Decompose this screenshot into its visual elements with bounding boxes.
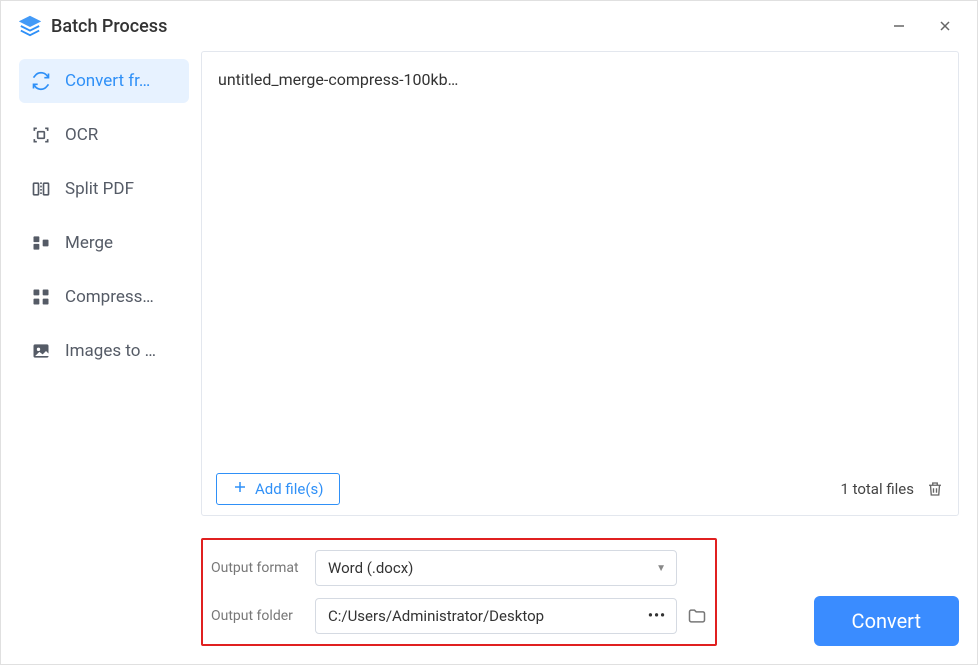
output-format-select[interactable]: Word (.docx) ▼ [315,550,677,586]
merge-icon [31,233,51,253]
sidebar-item-merge[interactable]: Merge [19,221,189,265]
add-files-button[interactable]: Add file(s) [216,473,340,505]
total-files-label: 1 total files [840,480,914,498]
sidebar: Convert fr… OCR Split PDF Merge Compress… [1,51,201,664]
output-format-label: Output format [211,560,301,576]
split-icon [31,179,51,199]
plus-icon [233,480,247,498]
sidebar-item-label: Compress… [65,287,154,307]
delete-all-button[interactable] [926,480,944,498]
sidebar-item-compress[interactable]: Compress… [19,275,189,319]
sidebar-item-label: Merge [65,233,113,253]
sidebar-item-label: Split PDF [65,179,134,199]
sidebar-item-split-pdf[interactable]: Split PDF [19,167,189,211]
sidebar-item-ocr[interactable]: OCR [19,113,189,157]
path-more-button[interactable]: ••• [648,608,666,624]
refresh-icon [31,71,51,91]
close-button[interactable] [931,12,959,40]
sidebar-item-label: OCR [65,125,98,145]
output-options-highlight: Output format Word (.docx) ▼ Output fold… [201,538,717,646]
titlebar: Batch Process [1,1,977,51]
image-icon [31,341,51,361]
output-folder-label: Output folder [211,608,301,624]
minimize-button[interactable] [885,12,913,40]
sidebar-item-label: Convert fr… [65,71,150,91]
browse-folder-button[interactable] [687,606,707,626]
convert-button-label: Convert [852,609,921,633]
caret-down-icon: ▼ [656,563,666,574]
file-list-panel: untitled_merge-compress-100kb… Add file(… [201,51,959,516]
output-folder-input[interactable]: C:/Users/Administrator/Desktop ••• [315,598,677,634]
sidebar-item-images-to[interactable]: Images to … [19,329,189,373]
add-files-label: Add file(s) [255,480,323,498]
convert-button[interactable]: Convert [814,596,959,646]
output-folder-value: C:/Users/Administrator/Desktop [328,607,544,625]
app-logo-icon [19,15,41,37]
output-format-value: Word (.docx) [328,559,413,577]
sidebar-item-label: Images to … [65,341,156,361]
compress-icon [31,287,51,307]
ocr-icon [31,125,51,145]
sidebar-item-convert-from[interactable]: Convert fr… [19,59,189,103]
file-entry[interactable]: untitled_merge-compress-100kb… [218,70,942,89]
window-title: Batch Process [51,16,167,37]
